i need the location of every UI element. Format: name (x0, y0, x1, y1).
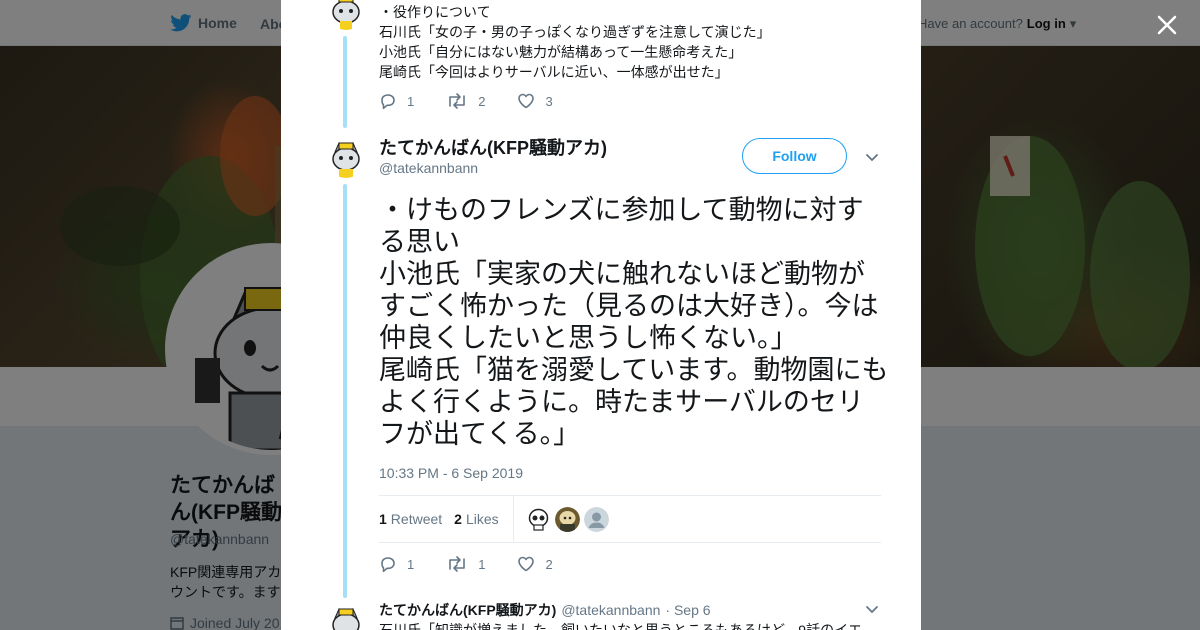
previous-tweet-line: 石川氏「女の子・男の子っぽくなり過ぎずを注意して演じた」 (379, 24, 771, 40)
like-count: 2 (545, 556, 553, 572)
retweet-count: 1 (478, 556, 486, 572)
next-tweet-author-handle[interactable]: @tatekannbann (561, 602, 660, 618)
tweet-permalink-modal: ・役作りについて 石川氏「女の子・男の子っぽくなり過ぎずを注意して演じた」 小池… (281, 0, 921, 630)
follow-button[interactable]: Follow (742, 138, 847, 174)
tweet-stats: 1 Retweet 2 Likes (379, 495, 881, 543)
reply-icon (381, 94, 395, 110)
cat-avatar-icon (325, 0, 367, 30)
default-avatar-icon (583, 506, 609, 532)
like-button[interactable]: 2 (517, 555, 553, 573)
main-tweet-avatar[interactable] (325, 136, 367, 178)
main-tweet-line: ・けものフレンズに参加して動物に対する思い (379, 195, 864, 257)
like-stat[interactable]: 2 Likes (454, 511, 498, 527)
previous-tweet-avatar[interactable] (325, 0, 367, 30)
thread-connector-line (343, 184, 347, 598)
next-tweet-author-name[interactable]: たてかんばん(KFP騒動アカ) (379, 600, 556, 620)
next-tweet-avatar[interactable] (325, 602, 367, 630)
retweet-button[interactable]: 2 (446, 92, 485, 110)
liker-avatar[interactable] (554, 506, 580, 532)
retweet-icon (449, 93, 466, 109)
retweet-icon (449, 556, 466, 572)
cat-avatar-icon (325, 136, 367, 178)
previous-tweet-line: 尾崎氏「今回はよりサーバルに近い、一体感が出せた」 (379, 64, 729, 80)
character-avatar-icon (554, 506, 580, 532)
retweet-stat[interactable]: 1 Retweet (379, 511, 442, 527)
liker-avatar[interactable] (583, 506, 609, 532)
retweet-button[interactable]: 1 (446, 555, 485, 573)
main-tweet-author-name[interactable]: たてかんばん(KFP騒動アカ) (379, 134, 607, 160)
thread-connector-line (343, 36, 347, 128)
retweet-stat-count: 1 (379, 511, 387, 527)
previous-tweet-text: ・役作りについて 石川氏「女の子・男の子っぽくなり過ぎずを注意して演じた」 小池… (379, 2, 771, 82)
skull-avatar-icon (525, 506, 551, 532)
main-tweet-author-handle[interactable]: @tatekannbann (379, 160, 478, 176)
next-tweet-header: たてかんばん(KFP騒動アカ) @tatekannbann · Sep 6 (379, 600, 711, 620)
retweet-count: 2 (478, 93, 486, 109)
like-stat-count: 2 (454, 511, 462, 527)
main-tweet-line: 小池氏「実家の犬に触れないほど動物がすごく怖かった（見るのは大好き）。今は仲良く… (379, 259, 879, 353)
stats-divider (512, 496, 514, 542)
heart-icon (518, 556, 535, 572)
reply-count: 1 (407, 556, 415, 572)
reply-button[interactable]: 1 (379, 555, 414, 573)
chevron-down-icon[interactable] (865, 602, 879, 616)
liker-avatar[interactable] (525, 506, 551, 532)
cat-avatar-icon (325, 602, 367, 630)
main-tweet-actions: 1 1 2 (379, 555, 585, 573)
previous-tweet-actions: 1 2 3 (379, 92, 585, 110)
like-count: 3 (545, 93, 553, 109)
retweet-stat-label: Retweet (390, 511, 443, 527)
next-tweet-text: 石川氏「知識が増えました。飼いたいなと思うところもあるけど、9話のイエ (379, 622, 862, 630)
reply-button[interactable]: 1 (379, 92, 414, 110)
reply-count: 1 (407, 93, 415, 109)
like-stat-label: Likes (465, 511, 499, 527)
close-icon[interactable] (1154, 12, 1180, 38)
like-button[interactable]: 3 (517, 92, 553, 110)
main-tweet-text: ・けものフレンズに参加して動物に対する思い 小池氏「実家の犬に触れないほど動物が… (379, 194, 889, 450)
chevron-down-icon[interactable] (865, 150, 879, 164)
previous-tweet-line: 小池氏「自分にはない魅力が結構あって一生懸命考えた」 (379, 44, 743, 60)
previous-tweet-line: ・役作りについて (379, 4, 491, 20)
tweet-timestamp[interactable]: 10:33 PM - 6 Sep 2019 (379, 465, 523, 481)
reply-icon (381, 557, 395, 573)
next-tweet-date[interactable]: · Sep 6 (665, 602, 710, 618)
heart-icon (518, 93, 535, 109)
main-tweet-line: 尾崎氏「猫を溺愛しています。動物園にもよく行くように。時たまサーバルのセリフが出… (379, 355, 889, 449)
